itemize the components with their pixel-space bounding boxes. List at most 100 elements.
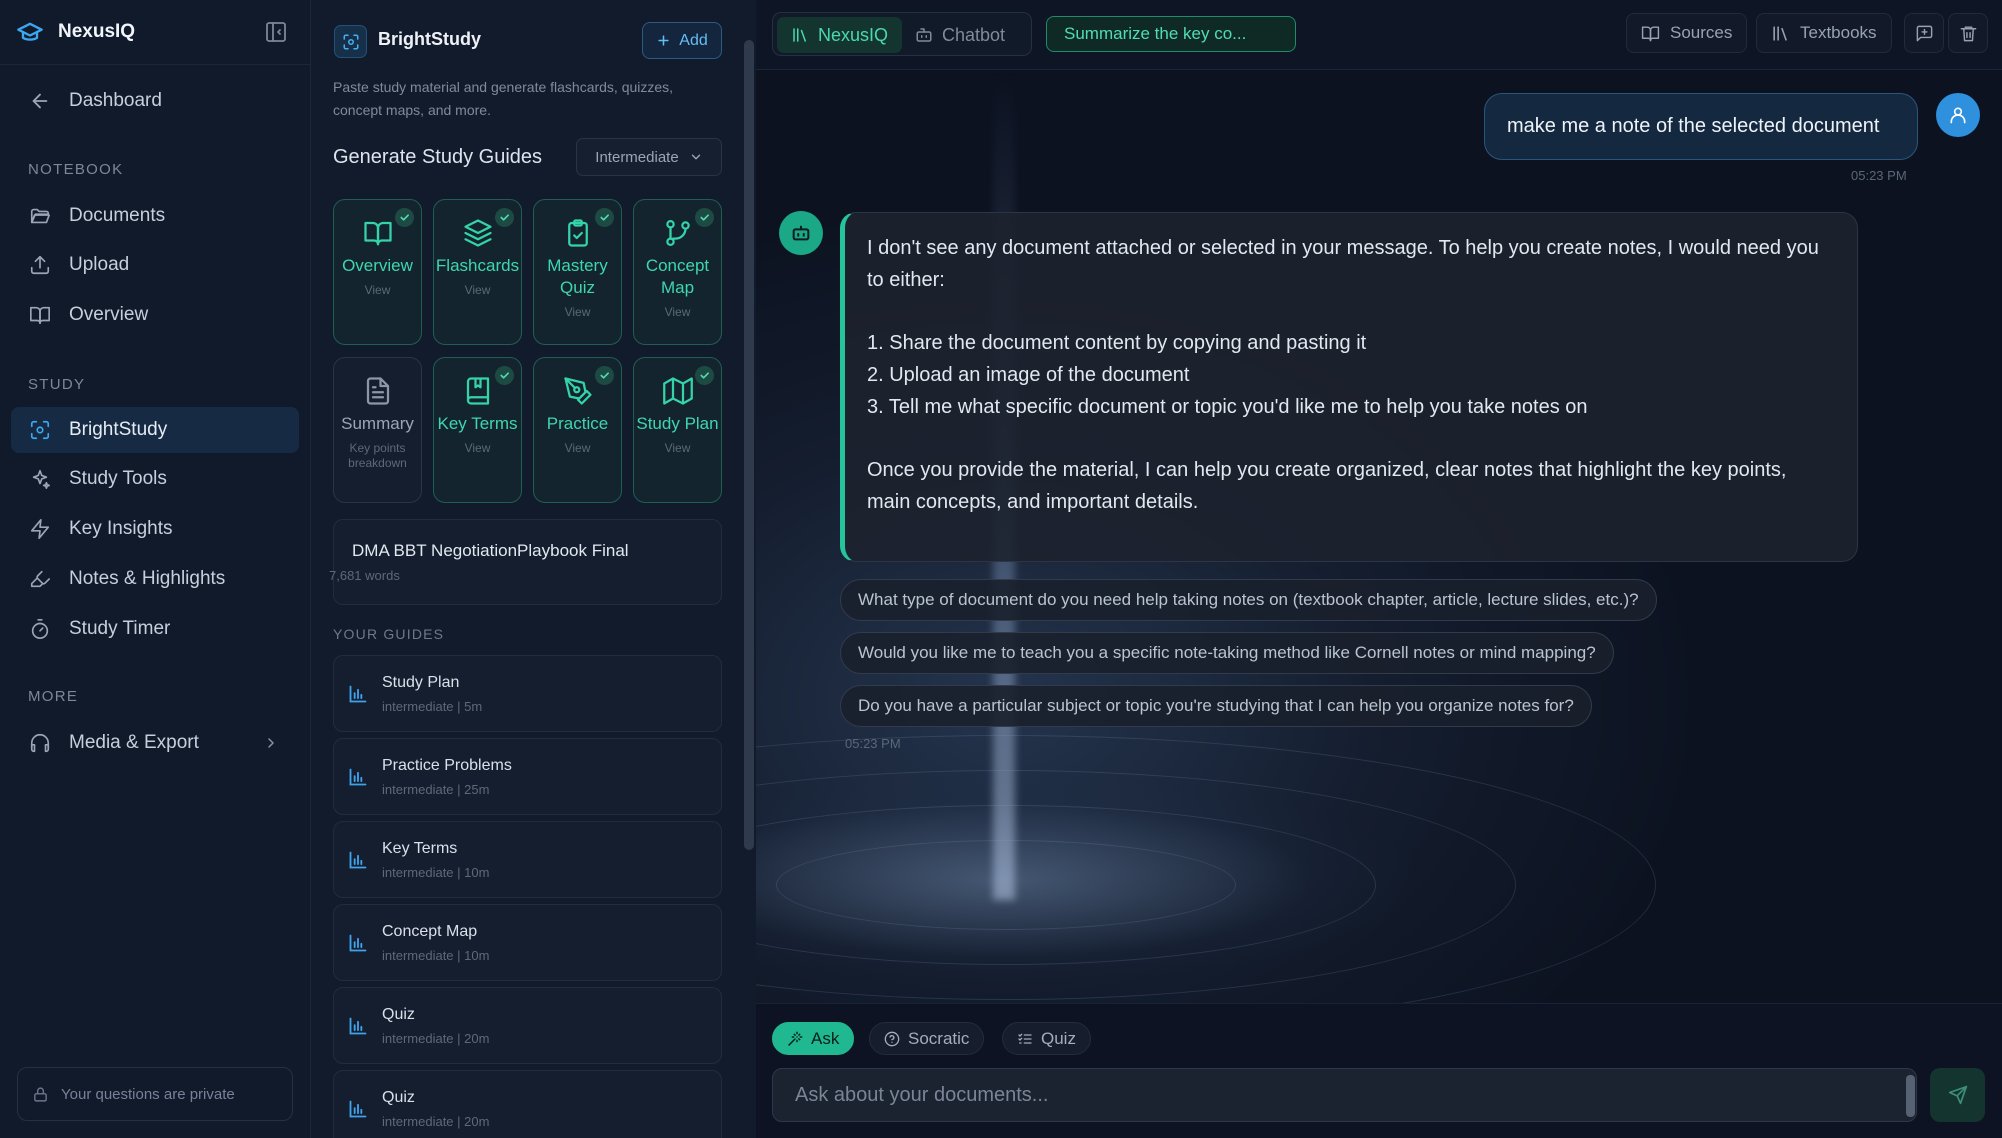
sources-label: Sources: [1670, 23, 1733, 42]
section-more: MORE: [28, 688, 79, 705]
folder-open-icon: [29, 205, 51, 227]
bar-chart-icon: [348, 933, 368, 953]
section-study: STUDY: [28, 376, 86, 393]
sidebar-item-key-insights[interactable]: Key Insights: [11, 506, 299, 552]
level-select[interactable]: Intermediate: [576, 138, 722, 176]
sidebar-item-label: Study Tools: [69, 468, 167, 489]
sidebar-item-label: BrightStudy: [69, 419, 168, 440]
trash-icon: [1959, 24, 1978, 43]
composer-tab-label: Socratic: [908, 1028, 970, 1048]
sidebar-item-documents[interactable]: Documents: [11, 193, 299, 239]
textbooks-button[interactable]: Textbooks: [1756, 13, 1892, 53]
chat-input[interactable]: [772, 1068, 1917, 1122]
guide-card-practice[interactable]: Practice View: [533, 357, 622, 503]
sparkles-icon: [29, 468, 51, 490]
bar-chart-icon: [348, 684, 368, 704]
guide-row[interactable]: Key Terms intermediate | 10m: [333, 821, 722, 898]
sidebar-item-study-timer[interactable]: Study Timer: [11, 606, 299, 652]
sidebar-item-label: Documents: [69, 205, 166, 226]
composer-tab-socratic[interactable]: Socratic: [869, 1022, 985, 1055]
book-open-icon: [1641, 24, 1660, 43]
add-button[interactable]: Add: [642, 22, 722, 59]
background-ring: [756, 735, 1656, 1035]
sidebar-item-media-export[interactable]: Media & Export: [11, 720, 299, 766]
git-branch-icon: [663, 218, 693, 248]
document-title: DMA BBT NegotiationPlaybook Final: [352, 541, 629, 560]
prompt-chip[interactable]: Summarize the key co...: [1046, 16, 1296, 52]
guide-row-meta: intermediate | 25m: [382, 782, 490, 797]
composer-tab-quiz[interactable]: Quiz: [1002, 1022, 1091, 1055]
send-button[interactable]: [1930, 1068, 1985, 1122]
suggestion-chip[interactable]: Would you like me to teach you a specifi…: [840, 632, 1614, 674]
pen-tool-icon: [563, 376, 593, 406]
guide-row[interactable]: Concept Map intermediate | 10m: [333, 904, 722, 981]
plus-icon: [656, 33, 671, 48]
sidebar-item-study-tools[interactable]: Study Tools: [11, 456, 299, 502]
tab-chatbot[interactable]: Chatbot: [901, 17, 1019, 53]
guide-card-label: Concept Map: [645, 256, 710, 297]
guide-card-key-terms[interactable]: Key Terms View: [433, 357, 522, 503]
tab-nexusiq[interactable]: NexusIQ: [777, 17, 903, 53]
guide-card-sub: View: [664, 305, 691, 319]
mode-switch: NexusIQ Chatbot: [772, 12, 1032, 56]
scan-focus-icon: [29, 419, 51, 441]
sidebar-item-dashboard[interactable]: Dashboard: [11, 78, 299, 124]
delete-chat-button[interactable]: [1948, 13, 1988, 53]
sidebar-item-notes-highlights[interactable]: Notes & Highlights: [11, 556, 299, 602]
layers-icon: [463, 218, 493, 248]
guide-card-sub: View: [364, 283, 391, 297]
sources-button[interactable]: Sources: [1626, 13, 1748, 53]
library-icon: [1771, 24, 1790, 43]
guide-card-study-plan[interactable]: Study Plan View: [633, 357, 722, 503]
sidebar-item-upload[interactable]: Upload: [11, 242, 299, 288]
guide-row[interactable]: Study Plan intermediate | 5m: [333, 655, 722, 732]
panel-title: BrightStudy: [378, 29, 481, 49]
guide-card-label: Key Terms: [437, 414, 518, 433]
book-open-icon: [363, 218, 393, 248]
guide-row[interactable]: Quiz intermediate | 20m: [333, 987, 722, 1064]
check-icon: [695, 366, 714, 385]
guide-row[interactable]: Quiz intermediate | 20m: [333, 1070, 722, 1138]
document-word-count: 7,681 words: [329, 568, 400, 583]
user-message-text: make me a note of the selected document: [1507, 115, 1880, 137]
guide-row-meta: intermediate | 10m: [382, 865, 490, 880]
app-name: NexusIQ: [58, 21, 136, 42]
suggestion-chip[interactable]: Do you have a particular subject or topi…: [840, 685, 1592, 727]
clipboard-check-icon: [563, 218, 593, 248]
guide-card-concept-map[interactable]: Concept Map View: [633, 199, 722, 345]
your-guides-heading: YOUR GUIDES: [333, 626, 445, 642]
bot-icon: [915, 26, 933, 44]
sidebar-item-label: Notes & Highlights: [69, 568, 226, 589]
sidebar-item-brightstudy[interactable]: BrightStudy: [11, 407, 299, 453]
new-chat-button[interactable]: [1904, 13, 1944, 53]
sidebar-item-label: Overview: [69, 304, 149, 325]
chevron-down-icon: [689, 150, 703, 164]
document-card[interactable]: DMA BBT NegotiationPlaybook Final: [333, 519, 722, 605]
sidebar: NexusIQ Dashboard NOTEBOOK Documents Upl…: [0, 0, 311, 1138]
guide-row-title: Practice Problems: [382, 757, 512, 774]
guide-row[interactable]: Practice Problems intermediate | 25m: [333, 738, 722, 815]
suggestion-chip[interactable]: What type of document do you need help t…: [840, 579, 1657, 621]
composer-tab-ask[interactable]: Ask: [772, 1022, 855, 1055]
check-icon: [395, 208, 414, 227]
input-scrollbar[interactable]: [1906, 1075, 1915, 1117]
generate-title: Generate Study Guides: [333, 146, 543, 168]
guide-card-flashcards[interactable]: Flashcards View: [433, 199, 522, 345]
brand[interactable]: NexusIQ: [16, 16, 135, 48]
send-icon: [1948, 1085, 1968, 1105]
panel-scrollbar[interactable]: [744, 40, 754, 850]
guide-card-mastery-quiz[interactable]: Mastery Quiz View: [533, 199, 622, 345]
sidebar-collapse-icon[interactable]: [264, 20, 288, 44]
chevron-right-icon: [263, 735, 279, 751]
privacy-note: Your questions are private: [17, 1067, 293, 1121]
highlighter-icon: [29, 568, 51, 590]
guide-card-label: Summary: [341, 414, 414, 433]
sidebar-item-overview[interactable]: Overview: [11, 292, 299, 338]
graduation-cap-icon: [16, 18, 44, 46]
guide-card-overview[interactable]: Overview View: [333, 199, 422, 345]
composer-tab-label: Quiz: [1041, 1028, 1076, 1048]
guide-row-title: Quiz: [382, 1089, 415, 1106]
guide-card-summary[interactable]: Summary Key points breakdown: [333, 357, 422, 503]
panel-description: Paste study material and generate flashc…: [333, 79, 674, 118]
lightning-icon: [29, 518, 51, 540]
